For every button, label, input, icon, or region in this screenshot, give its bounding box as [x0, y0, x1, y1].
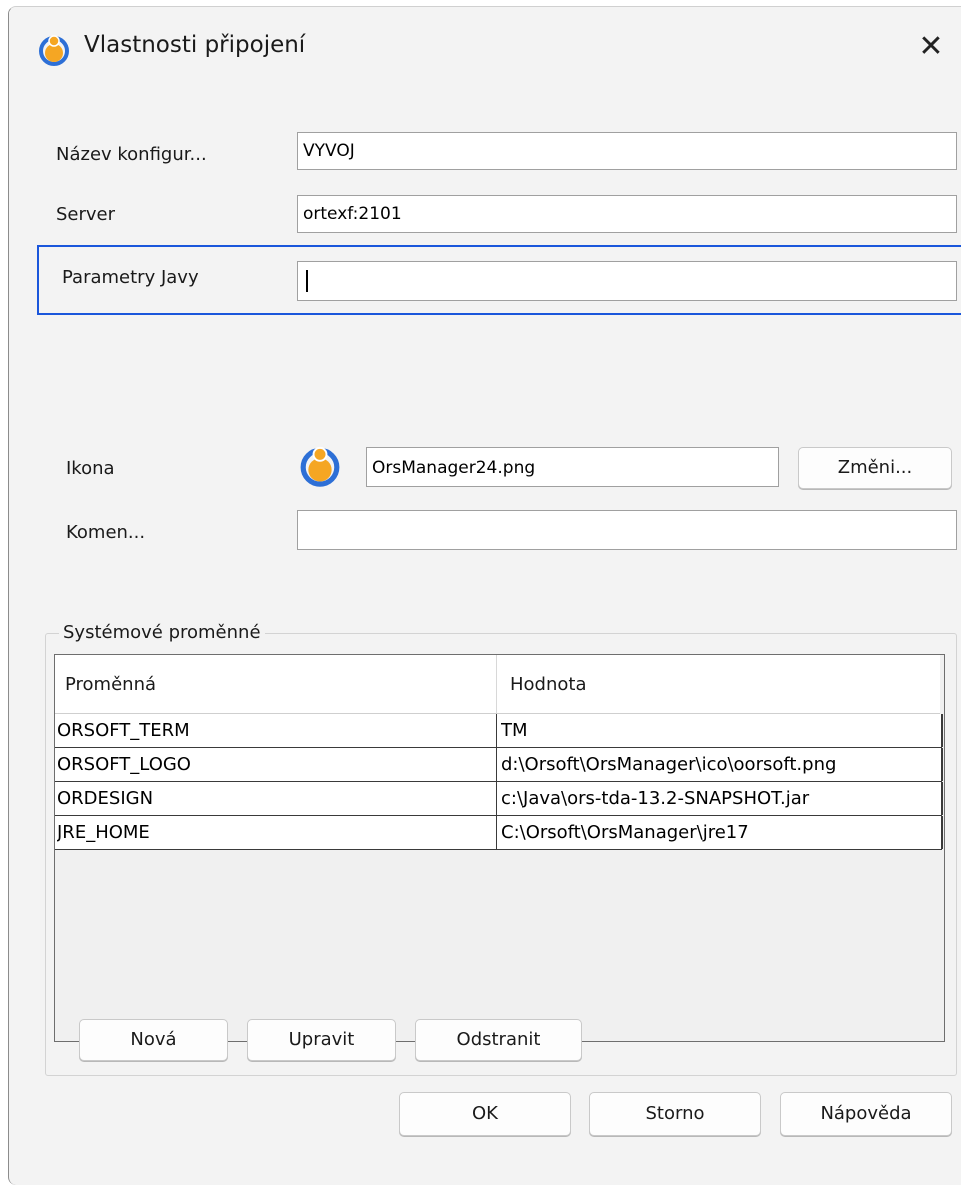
remove-variable-button[interactable]: Odstranit — [415, 1019, 582, 1061]
cell-divider — [496, 714, 497, 747]
cell-variable: ORSOFT_TERM — [57, 720, 190, 741]
comment-field[interactable] — [297, 510, 957, 550]
row-border — [941, 714, 943, 747]
orsmanager-logo-icon — [39, 35, 69, 66]
text-caret — [306, 270, 308, 292]
close-icon: ✕ — [918, 29, 944, 64]
config-name-field[interactable]: VYVOJ — [297, 132, 957, 170]
change-icon-button[interactable]: Změni... — [798, 447, 952, 489]
env-vars-group-title: Systémové proměnné — [59, 622, 265, 643]
table-row[interactable]: ORSOFT_TERM TM — [55, 714, 943, 748]
java-params-field[interactable] — [297, 261, 957, 301]
server-field[interactable]: ortexf:2101 — [297, 195, 957, 233]
cell-value: TM — [501, 720, 528, 741]
new-variable-button[interactable]: Nová — [79, 1019, 228, 1061]
table-row[interactable]: ORDESIGN c:\Java\ors-tda-13.2-SNAPSHOT.j… — [55, 782, 943, 816]
table-row[interactable]: ORSOFT_LOGO d:\Orsoft\OrsManager\ico\oor… — [55, 748, 943, 782]
comment-label: Komen... — [66, 522, 146, 543]
dialog-window: Vlastnosti připojení ✕ Název konfigur...… — [8, 6, 961, 1185]
orsmanager-logo-icon — [300, 446, 340, 487]
table-row[interactable]: JRE_HOME C:\Orsoft\OrsManager\jre17 — [55, 816, 943, 850]
server-label: Server — [56, 204, 116, 225]
row-border — [941, 748, 943, 781]
row-border — [941, 782, 943, 815]
cell-variable: JRE_HOME — [57, 822, 150, 843]
column-divider[interactable] — [496, 655, 497, 713]
java-params-label: Parametry Javy — [62, 267, 199, 288]
help-button[interactable]: Nápověda — [780, 1092, 952, 1136]
column-header-value[interactable]: Hodnota — [510, 655, 586, 713]
cell-variable: ORSOFT_LOGO — [57, 754, 191, 775]
title-bar: Vlastnosti připojení ✕ — [9, 7, 961, 91]
cell-divider — [496, 816, 497, 849]
window-title: Vlastnosti připojení — [84, 32, 306, 58]
cell-divider — [496, 748, 497, 781]
icon-file-field[interactable]: OrsManager24.png — [366, 447, 779, 487]
icon-label: Ikona — [66, 458, 115, 479]
edit-variable-button[interactable]: Upravit — [247, 1019, 396, 1061]
close-button[interactable]: ✕ — [907, 23, 955, 71]
cell-divider — [496, 782, 497, 815]
config-name-label: Název konfigur... — [56, 144, 207, 165]
cell-value: C:\Orsoft\OrsManager\jre17 — [501, 822, 749, 843]
cancel-button[interactable]: Storno — [589, 1092, 761, 1136]
env-vars-table[interactable]: Proměnná Hodnota ORSOFT_TERM TM ORSOFT_L… — [54, 654, 945, 1042]
row-border — [941, 816, 943, 849]
column-header-variable[interactable]: Proměnná — [65, 655, 156, 713]
cell-variable: ORDESIGN — [57, 788, 154, 809]
ok-button[interactable]: OK — [399, 1092, 571, 1136]
table-header: Proměnná Hodnota — [55, 655, 940, 714]
cell-value: d:\Orsoft\OrsManager\ico\oorsoft.png — [501, 754, 837, 775]
cell-value: c:\Java\ors-tda-13.2-SNAPSHOT.jar — [501, 788, 810, 809]
